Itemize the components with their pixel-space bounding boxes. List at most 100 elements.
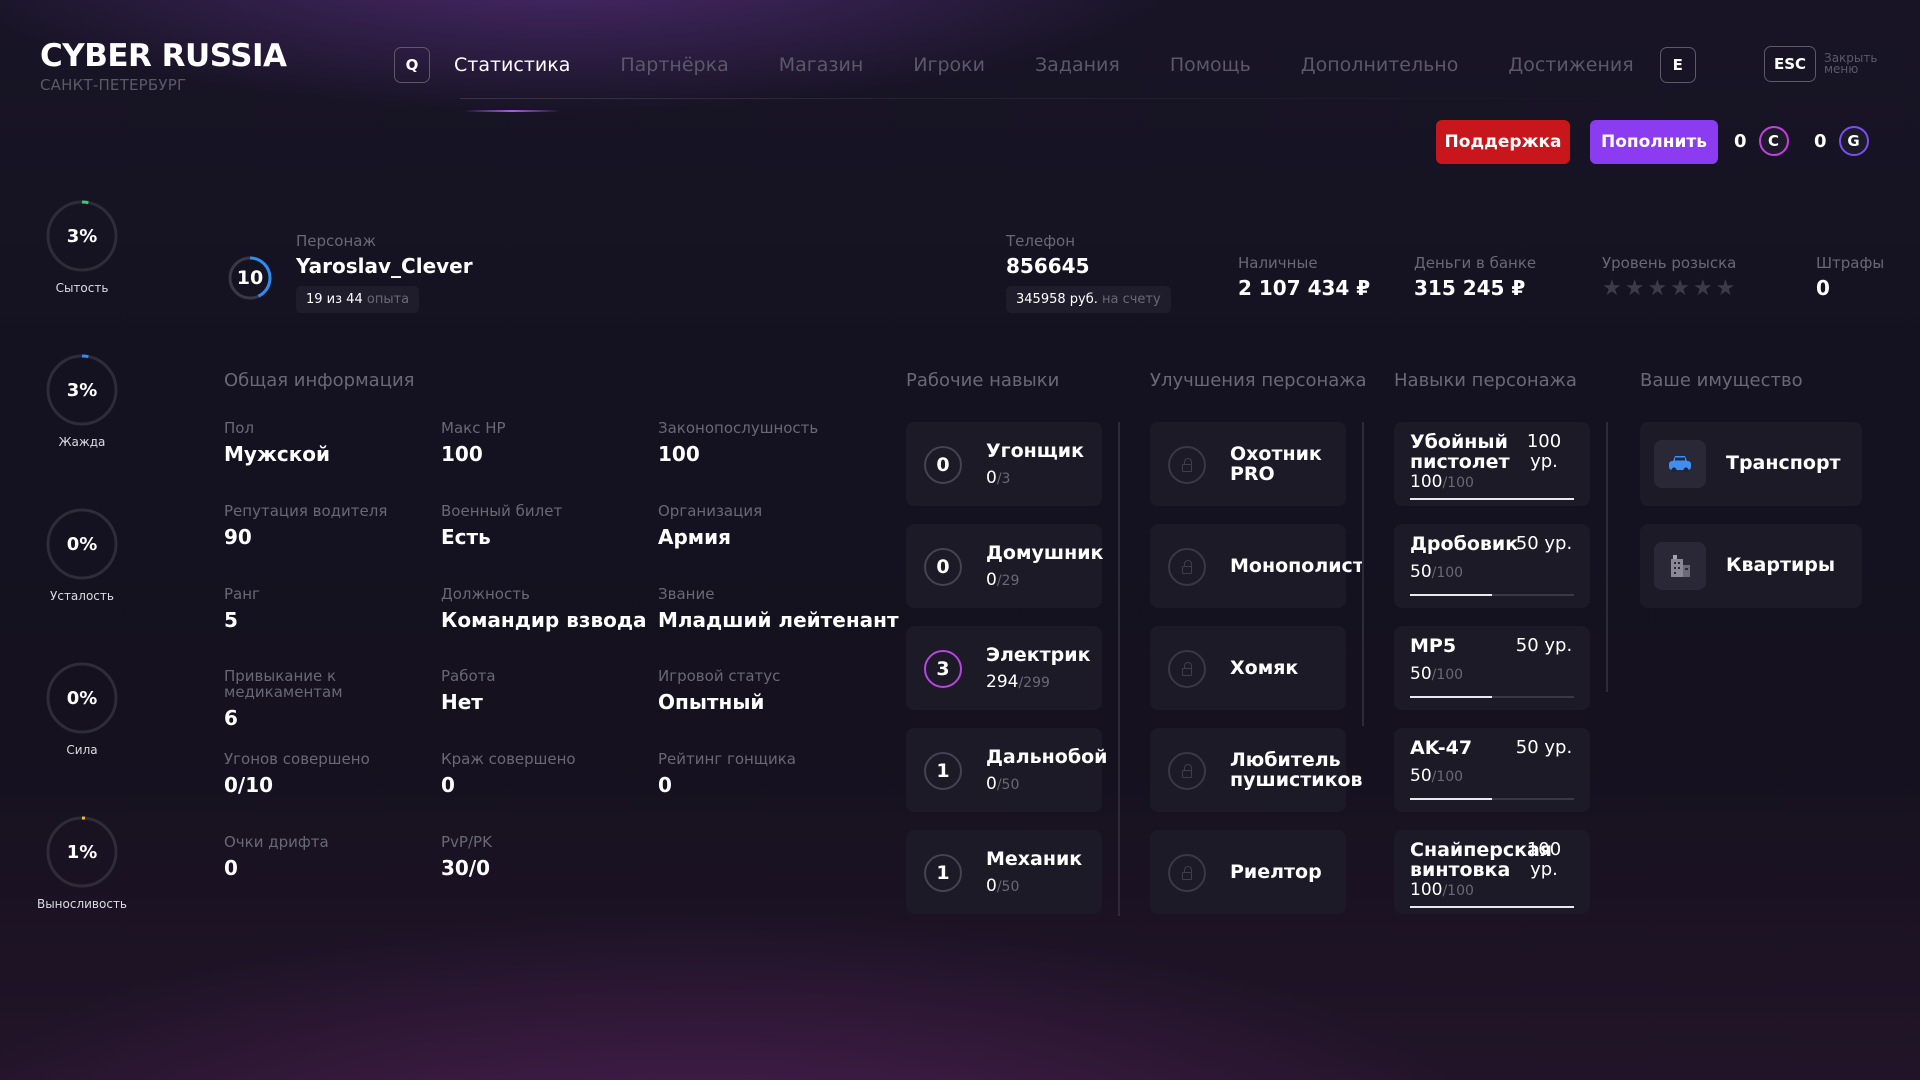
tab-help[interactable]: Помощь bbox=[1170, 54, 1251, 76]
upgrade-card[interactable]: Любитель пушистиков bbox=[1150, 728, 1363, 812]
work-skill-card[interactable]: 0 Домушник 0/29 bbox=[906, 524, 1103, 608]
skill-progress-current: 0 bbox=[986, 570, 997, 590]
weapon-skill-card[interactable]: Снайперская винтовка 100 ур. 100/100 bbox=[1394, 830, 1590, 914]
phone-balance-suffix: на счету bbox=[1102, 292, 1161, 307]
coin-g-icon: G bbox=[1838, 126, 1869, 156]
weapon-skill-card[interactable]: AK-47 50 ур. 50/100 bbox=[1394, 728, 1590, 812]
upgrade-card[interactable]: Риелтор bbox=[1150, 830, 1346, 914]
work-skill-card[interactable]: 1 Механик 0/50 bbox=[906, 830, 1102, 914]
support-button[interactable]: Поддержка bbox=[1436, 120, 1570, 164]
need-thirst: 3% Жажда bbox=[36, 354, 128, 449]
tab-achievements[interactable]: Достижения bbox=[1508, 54, 1633, 76]
skill-progress: 0/3 bbox=[986, 468, 1010, 488]
lock-shape bbox=[1182, 764, 1192, 778]
weapon-level: 50 ур. bbox=[1515, 533, 1573, 554]
column-divider bbox=[1606, 422, 1608, 692]
phone-block: Телефон 856645 345958 руб. на счету bbox=[1006, 232, 1171, 313]
skill-level-badge: 1 bbox=[924, 752, 962, 790]
work-skill-card[interactable]: 1 Дальнобой 0/50 bbox=[906, 728, 1108, 812]
weapon-progress-fill bbox=[1410, 498, 1574, 500]
property-card[interactable]: Квартиры bbox=[1640, 524, 1862, 608]
weapon-progress-bar bbox=[1410, 594, 1574, 596]
work-skill-card[interactable]: 3 Электрик 294/299 bbox=[906, 626, 1102, 710]
info-item: Законопослушность 100 bbox=[658, 420, 868, 466]
info-label: Военный билет bbox=[441, 502, 563, 520]
info-value: 90 bbox=[224, 525, 252, 549]
need-label: Выносливость bbox=[36, 897, 128, 911]
bank-value: 315 245 ₽ bbox=[1414, 276, 1526, 300]
prev-tab-key[interactable]: Q bbox=[394, 47, 430, 83]
need-value: 0% bbox=[66, 687, 98, 709]
info-label: PvP/PK bbox=[441, 833, 492, 851]
info-value: 100 bbox=[658, 442, 700, 466]
info-label: Звание bbox=[658, 585, 715, 603]
phone-number: 856645 bbox=[1006, 254, 1090, 278]
upgrade-card[interactable]: Хомяк bbox=[1150, 626, 1346, 710]
info-label: Работа bbox=[441, 667, 496, 685]
weapon-skill-card[interactable]: Дробовик 50 ур. 50/100 bbox=[1394, 524, 1590, 608]
tab-additional[interactable]: Дополнительно bbox=[1301, 54, 1459, 76]
nav-divider bbox=[460, 98, 1680, 99]
fines-label: Штрафы bbox=[1816, 254, 1885, 272]
property-name: Квартиры bbox=[1726, 554, 1836, 576]
main-nav: Q Статистика Партнёрка Магазин Игроки За… bbox=[394, 46, 1696, 112]
phone-label: Телефон bbox=[1006, 232, 1076, 250]
tab-tasks[interactable]: Задания bbox=[1035, 54, 1120, 76]
weapon-progress-fill bbox=[1410, 696, 1492, 698]
need-ring: 0% bbox=[46, 508, 118, 580]
need-stamina: 1% Выносливость bbox=[36, 816, 128, 911]
work-skill-card[interactable]: 0 Угонщик 0/3 bbox=[906, 422, 1102, 506]
weapon-skill-card[interactable]: MP5 50 ур. 50/100 bbox=[1394, 626, 1590, 710]
weapon-progress: 50/100 bbox=[1410, 766, 1463, 786]
info-item: Ранг 5 bbox=[224, 586, 434, 632]
info-value: 6 bbox=[224, 706, 238, 730]
level-value: 10 bbox=[236, 267, 264, 289]
need-value: 3% bbox=[66, 379, 98, 401]
esc-key[interactable]: ESC bbox=[1764, 46, 1816, 82]
property-card[interactable]: Транспорт bbox=[1640, 422, 1862, 506]
weapon-progress-bar bbox=[1410, 798, 1574, 800]
weapon-progress-bar bbox=[1410, 696, 1574, 698]
upgrade-card[interactable]: Монополист bbox=[1150, 524, 1364, 608]
info-item: Краж совершено 0 bbox=[441, 751, 651, 797]
skill-level-badge: 1 bbox=[924, 854, 962, 892]
topup-button[interactable]: Пополнить bbox=[1590, 120, 1718, 164]
weapon-skill-card[interactable]: Убойный пистолет 100 ур. 100/100 bbox=[1394, 422, 1590, 506]
cash-block: Наличные 2 107 434 ₽ bbox=[1238, 254, 1370, 300]
close-menu[interactable]: ESC Закрыть меню bbox=[1764, 46, 1884, 82]
skill-progress-current: 294 bbox=[986, 672, 1019, 692]
skill-progress-current: 0 bbox=[986, 774, 997, 794]
next-tab-key[interactable]: E bbox=[1659, 47, 1696, 83]
weapon-level: 50 ур. bbox=[1515, 737, 1573, 758]
exp-pill: 19 из 44 опыта bbox=[296, 286, 420, 313]
upgrade-card[interactable]: Охотник PRO bbox=[1150, 422, 1346, 506]
need-label: Жажда bbox=[58, 435, 106, 449]
weapon-progress-fill bbox=[1410, 906, 1574, 908]
need-label: Усталость bbox=[50, 589, 114, 603]
column-divider bbox=[1362, 422, 1364, 726]
skill-level-badge: 3 bbox=[924, 650, 962, 688]
upgrade-name: Риелтор bbox=[1230, 861, 1322, 883]
info-item: Работа Нет bbox=[441, 668, 651, 714]
info-item: Макс HP 100 bbox=[441, 420, 651, 466]
lock-icon bbox=[1168, 446, 1206, 484]
lock-icon bbox=[1168, 650, 1206, 688]
exp-value: 19 из 44 bbox=[306, 292, 363, 307]
skill-progress: 294/299 bbox=[986, 672, 1050, 692]
skill-progress-max: /29 bbox=[996, 573, 1020, 589]
character-name: Yaroslav_Clever bbox=[296, 254, 473, 278]
tab-partner[interactable]: Партнёрка bbox=[620, 54, 728, 76]
skill-progress-max: /50 bbox=[996, 777, 1020, 793]
wanted-star-icon: ★ bbox=[1602, 276, 1622, 301]
wanted-stars: ★ ★ ★ ★ ★ ★ bbox=[1602, 278, 1738, 300]
wanted-star-icon: ★ bbox=[1624, 276, 1645, 301]
wanted-star-icon: ★ bbox=[1670, 276, 1690, 301]
tab-players[interactable]: Игроки bbox=[913, 54, 985, 76]
tab-shop[interactable]: Магазин bbox=[779, 54, 864, 76]
weapon-progress-current: 50 bbox=[1410, 664, 1432, 684]
tab-statistics[interactable]: Статистика bbox=[454, 54, 570, 112]
info-item: Звание Младший лейтенант bbox=[658, 585, 899, 632]
weapon-progress-bar bbox=[1410, 498, 1574, 500]
info-label: Игровой статус bbox=[658, 667, 781, 685]
fines-block: Штрафы 0 bbox=[1816, 254, 1884, 300]
